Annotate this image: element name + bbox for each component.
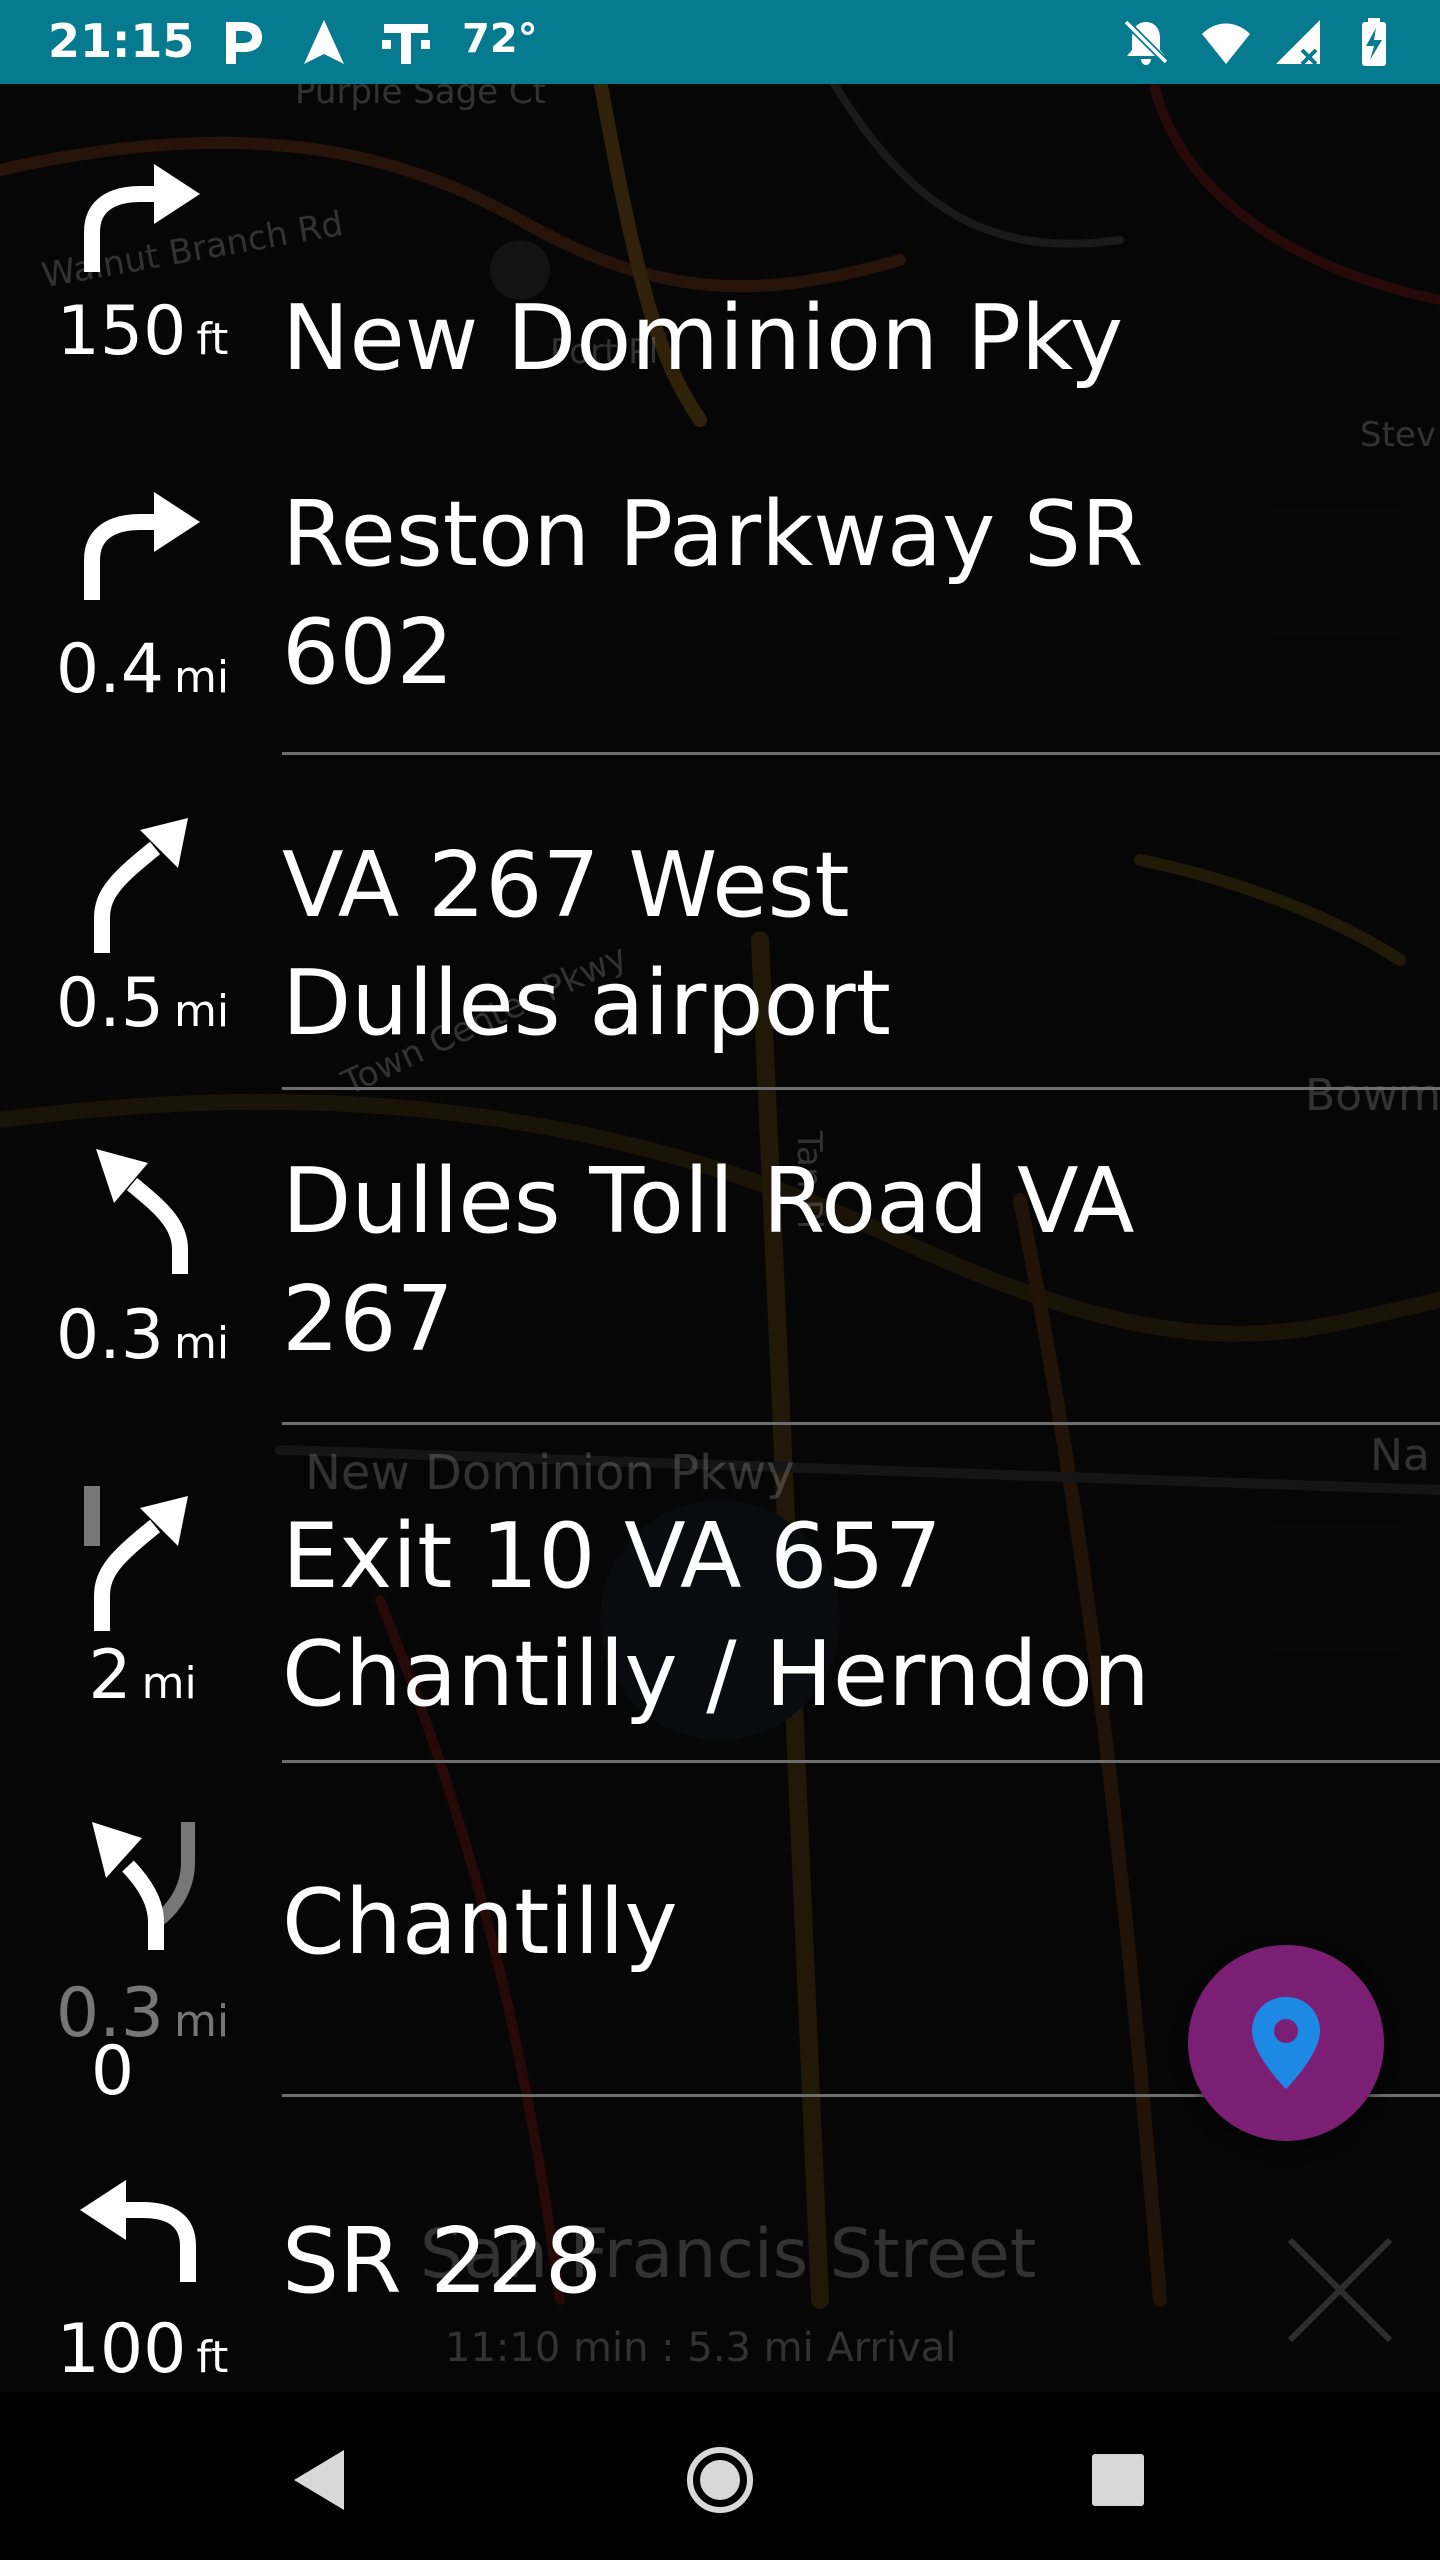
recents-icon[interactable] (1068, 2430, 1168, 2530)
system-nav-bar (0, 2392, 1440, 2560)
wifi-icon (1202, 23, 1250, 64)
notifications-off-icon (1123, 19, 1169, 65)
exit-right-icon (84, 1486, 188, 1631)
slight-left-icon (96, 1149, 188, 1274)
t-mobile-icon (382, 24, 430, 64)
row-divider (282, 1422, 1440, 1425)
home-icon[interactable] (670, 2430, 770, 2530)
status-time: 21:15 (48, 14, 195, 68)
direction-text: New Dominion Pky (282, 286, 1124, 391)
direction-row[interactable]: 2 mi Exit 10 VA 657 Chantilly / Herndon (0, 1426, 1440, 1756)
direction-text: Exit 10 VA 657 Chantilly / Herndon (282, 1504, 1150, 1727)
row-divider (282, 1760, 1440, 1763)
row-divider (282, 752, 1440, 755)
direction-text: VA 267 West Dulles airport (282, 833, 891, 1056)
distance: 0.5 mi (55, 964, 230, 1043)
direction-row[interactable]: 100 ft SR 228 (0, 2098, 1440, 2398)
location-pin-icon (1252, 1997, 1320, 2089)
distance: 100 ft (56, 2310, 229, 2389)
back-icon[interactable] (270, 2430, 370, 2530)
direction-row[interactable]: 0.3 mi Dulles Toll Road VA 267 (0, 1091, 1440, 1421)
cell-signal-icon (1276, 20, 1320, 66)
direction-text: Dulles Toll Road VA 267 (282, 1149, 1135, 1372)
slight-right-icon (94, 818, 188, 953)
distance: 0.4 mi (55, 630, 230, 709)
fork-left-icon (92, 1822, 195, 1950)
status-temperature: 72° (462, 16, 538, 62)
battery-charging-icon (1362, 18, 1386, 66)
direction-row[interactable]: 0.5 mi VA 267 West Dulles airport (0, 756, 1440, 1086)
direction-row[interactable]: 0.4 mi Reston Parkway SR 602 (0, 440, 1440, 750)
navigation-arrow-icon (304, 20, 344, 64)
location-fab[interactable] (1188, 1945, 1384, 2141)
distance: 150 ft (56, 292, 229, 371)
turn-right-icon (84, 492, 200, 600)
direction-row[interactable]: 150 ft New Dominion Pky (0, 84, 1440, 424)
parking-icon (226, 22, 262, 64)
distance: 0.3 mi (55, 1296, 230, 1375)
status-bar: 21:15 72° (0, 0, 1440, 84)
direction-text: Reston Parkway SR 602 (282, 482, 1144, 705)
turn-right-icon (84, 164, 200, 272)
distance: 2 mi (88, 1636, 197, 1715)
row-divider (282, 1087, 1440, 1090)
turn-left-icon (80, 2180, 196, 2282)
direction-text: SR 228 (282, 2209, 603, 2314)
